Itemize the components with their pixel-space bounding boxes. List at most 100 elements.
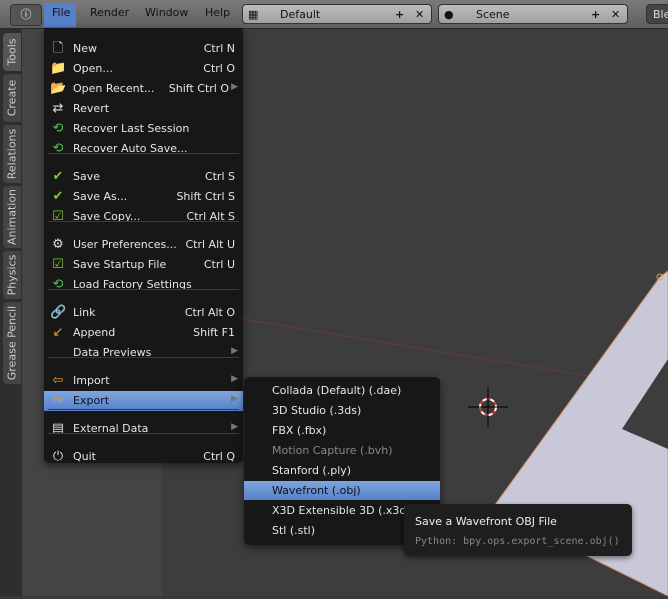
- menu-item-label: Quit: [73, 450, 96, 463]
- export-menu-item: Motion Capture (.bvh): [244, 441, 440, 460]
- tab-relations[interactable]: Relations: [3, 125, 21, 183]
- file-menu-item[interactable]: ⇨ Export ▶: [44, 391, 243, 411]
- revert-icon: ⇄: [52, 101, 64, 116]
- menu-item-label: Save: [73, 170, 101, 183]
- menu-window[interactable]: Window: [145, 6, 188, 19]
- tooltip-title: Save a Wavefront OBJ File: [415, 515, 557, 528]
- file-menu-item[interactable]: ⚙ User Preferences... Ctrl Alt U: [44, 235, 243, 255]
- file-menu-item[interactable]: 📂 Open Recent... Shift Ctrl O ▶: [44, 79, 243, 99]
- append-icon: ↙: [52, 325, 64, 340]
- menu-item-label: Open Recent...: [73, 82, 155, 95]
- chevron-right-icon: ▶: [231, 346, 238, 356]
- recover-auto-icon: ⟲: [52, 141, 64, 156]
- factory-icon: ⟲: [52, 277, 64, 292]
- export-item-label: 3D Studio (.3ds): [272, 404, 362, 417]
- tab-grease-pencil[interactable]: Grease Pencil: [3, 302, 21, 384]
- export-item-label: Stl (.stl): [272, 524, 316, 537]
- menu-separator: [48, 357, 239, 358]
- menu-item-label: Recover Last Session: [73, 122, 190, 135]
- layout-name[interactable]: Default: [280, 8, 320, 21]
- file-menu-item[interactable]: ⟲ Recover Last Session: [44, 119, 243, 139]
- power-icon: ⏻: [52, 449, 64, 464]
- menu-item-shortcut: Ctrl S: [204, 170, 235, 183]
- menu-item-label: Export: [73, 394, 110, 407]
- layout-icon: ▦: [248, 8, 259, 21]
- export-menu-item[interactable]: Stanford (.ply): [244, 461, 440, 480]
- menu-item-label: Import: [73, 374, 110, 387]
- add-icon[interactable]: +: [591, 8, 600, 21]
- menu-item-shortcut: Ctrl U: [203, 258, 235, 271]
- scene-selector[interactable]: ● Scene + ✕: [438, 4, 628, 24]
- menu-item-label: User Preferences...: [73, 238, 177, 251]
- render-engine-selector[interactable]: Ble: [646, 4, 668, 24]
- file-menu-item[interactable]: ☑ Save Copy... Ctrl Alt S: [44, 207, 243, 227]
- link-icon: 🔗: [50, 305, 67, 320]
- open-recent-icon: 📂: [50, 81, 67, 96]
- file-menu-item[interactable]: 🔗 Link Ctrl Alt O: [44, 303, 243, 323]
- menu-item-shortcut: Ctrl N: [203, 42, 235, 55]
- chevron-right-icon: ▶: [231, 374, 238, 384]
- scene-name[interactable]: Scene: [476, 8, 510, 21]
- menu-item-shortcut: Ctrl Q: [203, 450, 235, 463]
- menu-item-shortcut: Shift Ctrl O: [168, 82, 229, 95]
- menu-item-shortcut: Shift Ctrl S: [176, 190, 235, 203]
- chevron-right-icon: ▶: [231, 422, 238, 432]
- file-menu-item[interactable]: Data Previews ▶: [44, 343, 243, 363]
- file-menu-item[interactable]: ✔ Save Ctrl S: [44, 167, 243, 187]
- menu-item-label: Save Startup File: [73, 258, 167, 271]
- export-item-label: Stanford (.ply): [272, 464, 352, 477]
- save-as-icon: ✔: [52, 189, 64, 204]
- menu-item-label: Append: [73, 326, 116, 339]
- save-copy-icon: ☑: [52, 209, 64, 224]
- export-menu-item[interactable]: Wavefront (.obj): [244, 481, 440, 500]
- add-icon[interactable]: +: [395, 8, 404, 21]
- menu-help[interactable]: Help: [205, 6, 230, 19]
- chevron-right-icon: ▶: [231, 82, 238, 92]
- tab-physics[interactable]: Physics: [3, 251, 21, 299]
- engine-name: Ble: [653, 8, 668, 21]
- menu-item-label: Link: [73, 306, 96, 319]
- close-icon[interactable]: ✕: [611, 8, 620, 21]
- export-item-label: X3D Extensible 3D (.x3d): [272, 504, 411, 517]
- file-menu-item[interactable]: ▤ External Data ▶: [44, 419, 243, 439]
- menu-file-label[interactable]: File: [52, 6, 70, 19]
- file-menu-item[interactable]: 🗋 New Ctrl N: [44, 39, 243, 59]
- tab-create[interactable]: Create: [3, 74, 21, 122]
- menu-separator: [48, 409, 239, 410]
- top-bar: ⓘ File Render Window Help ▦ Default + ✕ …: [0, 0, 668, 29]
- file-menu-item[interactable]: 📁 Open... Ctrl O: [44, 59, 243, 79]
- file-menu-item[interactable]: ⇄ Revert: [44, 99, 243, 119]
- scene-icon: ●: [444, 8, 454, 21]
- chevron-right-icon: ▶: [231, 394, 238, 404]
- file-menu-item[interactable]: ↙ Append Shift F1: [44, 323, 243, 343]
- menu-render[interactable]: Render: [90, 6, 129, 19]
- export-item-label: FBX (.fbx): [272, 424, 327, 437]
- 3d-cursor-icon: [468, 387, 508, 427]
- file-menu-item[interactable]: ⟲ Load Factory Settings: [44, 275, 243, 295]
- file-menu-item[interactable]: ⏻ Quit Ctrl Q: [44, 447, 243, 467]
- menu-separator: [48, 153, 239, 154]
- file-menu-item[interactable]: ⟲ Recover Auto Save...: [44, 139, 243, 159]
- file-menu-item[interactable]: ☑ Save Startup File Ctrl U: [44, 255, 243, 275]
- editor-type-button[interactable]: ⓘ: [10, 4, 42, 26]
- layout-selector[interactable]: ▦ Default + ✕: [242, 4, 432, 24]
- export-item-label: Wavefront (.obj): [272, 484, 361, 497]
- close-icon[interactable]: ✕: [415, 8, 424, 21]
- menu-item-label: Revert: [73, 102, 110, 115]
- tab-animation[interactable]: Animation: [3, 186, 21, 248]
- folder-icon: 📁: [50, 61, 67, 76]
- preferences-icon: ⚙: [52, 237, 64, 252]
- export-menu-item[interactable]: FBX (.fbx): [244, 421, 440, 440]
- check-icon: ✔: [52, 169, 64, 184]
- export-menu-item[interactable]: Collada (Default) (.dae): [244, 381, 440, 400]
- tab-tools[interactable]: Tools: [3, 33, 21, 71]
- export-item-label: Motion Capture (.bvh): [272, 444, 393, 457]
- new-file-icon: 🗋: [52, 41, 64, 56]
- export-menu-item[interactable]: 3D Studio (.3ds): [244, 401, 440, 420]
- menu-item-shortcut: Ctrl Alt O: [184, 306, 235, 319]
- menu-item-label: Save As...: [73, 190, 128, 203]
- file-menu-item[interactable]: ✔ Save As... Shift Ctrl S: [44, 187, 243, 207]
- tooltip-python: Python: bpy.ops.export_scene.obj(): [415, 536, 620, 547]
- file-menu-item[interactable]: ⇦ Import ▶: [44, 371, 243, 391]
- tooltip: Save a Wavefront OBJ File Python: bpy.op…: [404, 504, 632, 556]
